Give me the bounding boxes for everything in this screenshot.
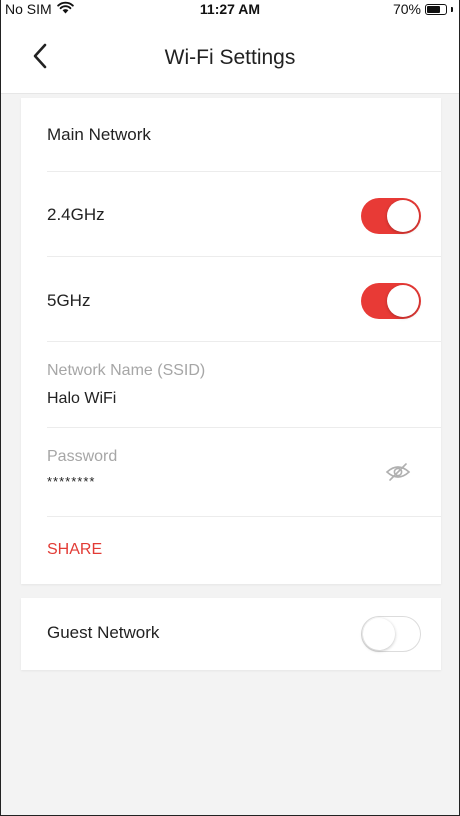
password-label: Password: [47, 448, 118, 465]
guest-network-label: Guest Network: [47, 623, 160, 642]
band-24-row: 2.4GHz: [47, 172, 441, 257]
battery-icon: [425, 3, 447, 15]
guest-network-toggle[interactable]: [361, 616, 421, 652]
settings-content: Main Network 2.4GHz 5GHz Network Name (S…: [1, 94, 459, 815]
status-bar: No SIM 11:27 AM 70%: [1, 0, 459, 20]
main-network-card: Main Network 2.4GHz 5GHz Network Name (S…: [21, 98, 441, 584]
guest-network-card: Guest Network: [21, 598, 441, 670]
battery-fill: [427, 5, 440, 13]
band-24-label: 2.4GHz: [47, 205, 105, 224]
band-24-toggle[interactable]: [361, 198, 421, 234]
ssid-row[interactable]: Network Name (SSID) Halo WiFi: [47, 342, 441, 428]
password-row[interactable]: Password ********: [47, 428, 441, 517]
eye-off-icon[interactable]: [385, 462, 411, 487]
toggle-knob: [363, 618, 395, 650]
toggle-knob: [387, 285, 419, 317]
share-button[interactable]: SHARE: [47, 541, 102, 559]
page-title: Wi-Fi Settings: [164, 46, 296, 69]
status-right: 70%: [393, 1, 453, 17]
band-5-toggle[interactable]: [361, 283, 421, 319]
battery-percent: 70%: [392, 1, 421, 17]
main-network-header: Main Network: [47, 98, 441, 172]
battery-cap: [451, 6, 453, 12]
phone-screen: No SIM 11:27 AM 70% Wi-Fi Settings Main …: [0, 0, 460, 816]
ssid-label: Network Name (SSID): [47, 362, 206, 379]
section-title: Main Network: [47, 125, 151, 144]
toggle-knob: [387, 200, 419, 232]
band-5-label: 5GHz: [47, 291, 91, 310]
status-time: 11:27 AM: [199, 1, 261, 17]
ssid-value: Halo WiFi: [47, 390, 117, 407]
band-5-row: 5GHz: [47, 257, 441, 342]
password-value: ********: [47, 474, 96, 489]
nav-bar: Wi-Fi Settings: [1, 20, 459, 94]
